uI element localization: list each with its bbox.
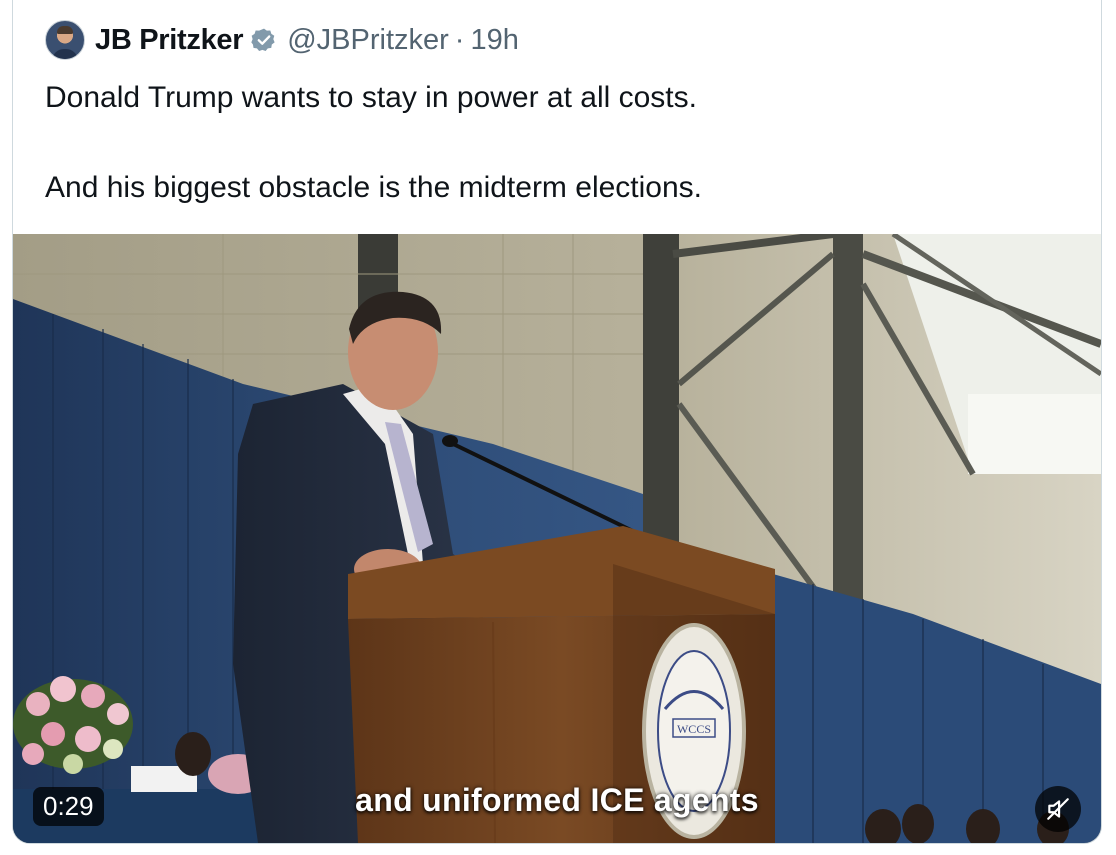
verified-badge-icon [251,28,275,52]
tweet-card[interactable]: JB Pritzker @JBPritzker · 19h Donald Tru… [12,0,1102,844]
mute-button[interactable] [1035,786,1081,832]
tweet-timestamp[interactable]: 19h [470,24,518,57]
avatar-shirt [52,49,78,59]
beam [643,234,679,544]
video-player[interactable]: WCCS and uniformed ICE agents 0:29 [13,234,1101,843]
avatar[interactable] [45,20,85,60]
tweet-text-line-2: And his biggest obstacle is the midterm … [45,171,702,204]
tweet-header: JB Pritzker @JBPritzker · 19h [45,18,519,62]
video-frame: WCCS [13,234,1101,843]
video-caption: and uniformed ICE agents [355,782,759,818]
tweet-text-line-1: Donald Trump wants to stay in power at a… [45,81,697,114]
speaker-muted-icon [1047,798,1069,820]
podium-seal-text: WCCS [677,722,711,736]
author-display-name[interactable]: JB Pritzker [95,24,244,57]
separator-dot: · [454,23,465,56]
avatar-hair [57,26,73,34]
beam [833,234,863,614]
window-glow [968,394,1101,474]
author-handle[interactable]: @JBPritzker [287,24,449,57]
video-duration: 0:29 [33,787,104,826]
microphone-head [442,435,458,447]
tweet-text: Donald Trump wants to stay in power at a… [45,80,1065,206]
